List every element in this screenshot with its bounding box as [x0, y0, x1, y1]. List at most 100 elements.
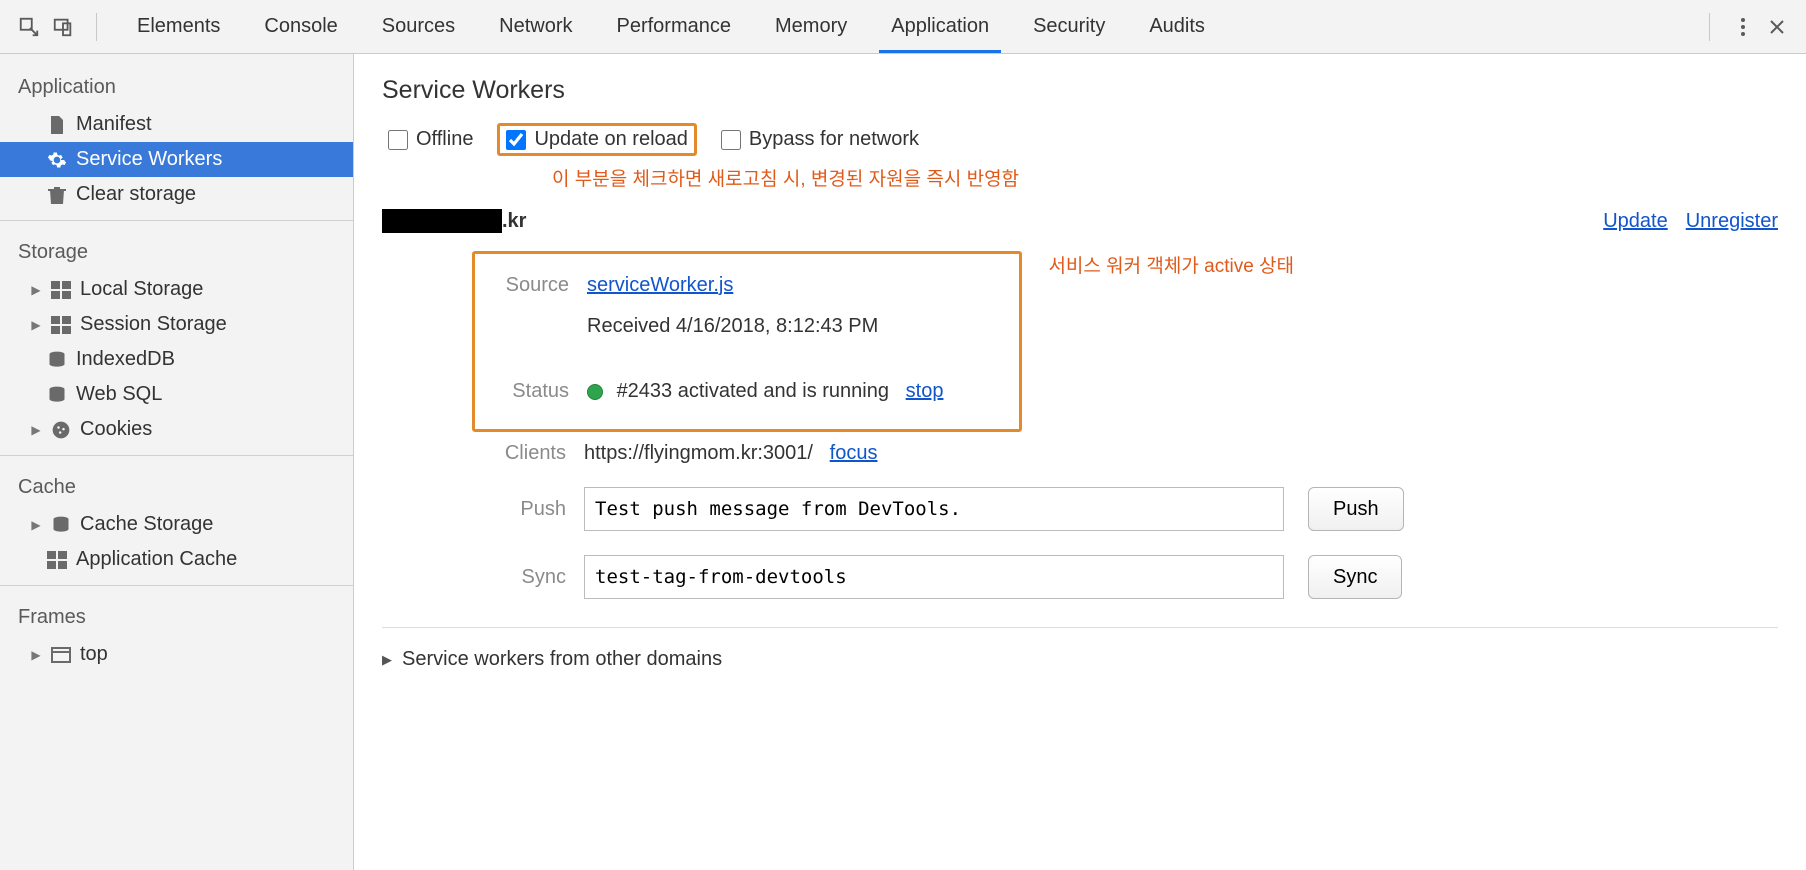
db-icon	[46, 384, 68, 406]
sync-label: Sync	[472, 566, 584, 589]
tab-console[interactable]: Console	[242, 1, 359, 52]
bypass-for-network-checkbox[interactable]	[721, 130, 741, 150]
sidebar-item-clear-storage[interactable]: Clear storage	[0, 177, 353, 212]
offline-label: Offline	[416, 128, 473, 151]
divider	[0, 455, 353, 456]
divider	[0, 585, 353, 586]
clients-label: Clients	[472, 442, 584, 465]
client-url: https://flyingmom.kr:3001/	[584, 442, 813, 464]
offline-checkbox[interactable]	[388, 130, 408, 150]
source-label: Source	[487, 274, 587, 297]
sidebar-group-application: Application	[0, 64, 353, 107]
status-label: Status	[487, 380, 587, 403]
origin-row: .kr Update Unregister	[382, 209, 1778, 233]
sidebar-item-top[interactable]: ▶ top	[0, 637, 353, 672]
sidebar-item-label: Manifest	[76, 113, 152, 136]
divider	[96, 13, 97, 41]
window-icon	[50, 644, 72, 666]
sidebar-item-service-workers[interactable]: Service Workers	[0, 142, 353, 177]
status-text: #2433 activated and is running	[617, 380, 889, 402]
trash-icon	[46, 184, 68, 206]
sidebar-group-storage: Storage	[0, 229, 353, 272]
annotation-update-on-reload: 이 부분을 체크하면 새로고침 시, 변경된 자원을 즉시 반영함	[552, 164, 1778, 191]
annotation-active-state: 서비스 워커 객체가 active 상태	[1048, 251, 1294, 278]
origin-suffix: .kr	[502, 210, 526, 233]
db-icon	[50, 514, 72, 536]
tab-application[interactable]: Application	[869, 1, 1011, 52]
sidebar-item-web-sql[interactable]: Web SQL	[0, 377, 353, 412]
gear-icon	[46, 149, 68, 171]
inspect-element-icon[interactable]	[14, 12, 44, 42]
device-toolbar-icon[interactable]	[48, 12, 78, 42]
service-workers-panel: Service Workers Offline Update on reload…	[354, 54, 1806, 870]
sidebar-item-label: IndexedDB	[76, 348, 175, 371]
sidebar-item-indexeddb[interactable]: IndexedDB	[0, 342, 353, 377]
sidebar-item-label: Application Cache	[76, 548, 237, 571]
bypass-for-network-label: Bypass for network	[749, 128, 919, 151]
sidebar-item-application-cache[interactable]: Application Cache	[0, 542, 353, 577]
disclosure-triangle-icon: ▶	[30, 319, 42, 331]
devtools-tab-bar: ElementsConsoleSourcesNetworkPerformance…	[0, 0, 1806, 54]
tab-audits[interactable]: Audits	[1127, 1, 1227, 52]
update-on-reload-label: Update on reload	[534, 128, 687, 151]
sidebar-item-session-storage[interactable]: ▶ Session Storage	[0, 307, 353, 342]
db-icon	[46, 349, 68, 371]
tab-security[interactable]: Security	[1011, 1, 1127, 52]
sidebar-item-label: Cache Storage	[80, 513, 213, 536]
sidebar-item-cache-storage[interactable]: ▶ Cache Storage	[0, 507, 353, 542]
application-sidebar: Application Manifest Service Workers Clear …	[0, 54, 354, 870]
close-icon[interactable]	[1762, 12, 1792, 42]
divider	[382, 627, 1778, 628]
sidebar-group-frames: Frames	[0, 594, 353, 637]
panel-title: Service Workers	[382, 76, 1778, 105]
unregister-link[interactable]: Unregister	[1686, 210, 1778, 233]
service-worker-options: Offline Update on reload Bypass for netw…	[382, 123, 1778, 156]
push-input[interactable]	[584, 487, 1284, 531]
tab-memory[interactable]: Memory	[753, 1, 869, 52]
sidebar-item-local-storage[interactable]: ▶ Local Storage	[0, 272, 353, 307]
status-dot-icon	[587, 384, 603, 400]
tab-elements[interactable]: Elements	[115, 1, 242, 52]
tab-performance[interactable]: Performance	[595, 1, 754, 52]
disclosure-triangle-icon: ▶	[30, 424, 42, 436]
bypass-for-network-checkbox-row[interactable]: Bypass for network	[715, 124, 925, 155]
other-domains-label: Service workers from other domains	[402, 648, 722, 671]
disclosure-triangle-icon: ▶	[30, 519, 42, 531]
sidebar-item-label: Cookies	[80, 418, 152, 441]
sidebar-item-label: Local Storage	[80, 278, 203, 301]
other-domains-disclosure[interactable]: ▶ Service workers from other domains	[382, 644, 1778, 675]
disclosure-triangle-icon: ▶	[30, 284, 42, 296]
sidebar-item-label: Web SQL	[76, 383, 162, 406]
grid4-icon	[46, 549, 68, 571]
sidebar-item-label: Session Storage	[80, 313, 227, 336]
focus-link[interactable]: focus	[830, 442, 878, 464]
divider	[0, 220, 353, 221]
sidebar-group-cache: Cache	[0, 464, 353, 507]
sidebar-item-cookies[interactable]: ▶ Cookies	[0, 412, 353, 447]
divider	[1709, 13, 1710, 41]
push-label: Push	[472, 498, 584, 521]
disclosure-triangle-icon: ▶	[30, 649, 42, 661]
update-on-reload-checkbox[interactable]	[506, 130, 526, 150]
sync-input[interactable]	[584, 555, 1284, 599]
service-worker-detail-box: Source serviceWorker.js Received 4/16/20…	[472, 251, 1022, 432]
grid4-icon	[50, 314, 72, 336]
source-link[interactable]: serviceWorker.js	[587, 274, 733, 296]
origin-redacted	[382, 209, 502, 233]
sync-button[interactable]: Sync	[1308, 555, 1402, 599]
offline-checkbox-row[interactable]: Offline	[382, 124, 479, 155]
cookie-icon	[50, 419, 72, 441]
update-on-reload-checkbox-row[interactable]: Update on reload	[497, 123, 696, 156]
tab-sources[interactable]: Sources	[360, 1, 477, 52]
grid4-icon	[50, 279, 72, 301]
push-button[interactable]: Push	[1308, 487, 1404, 531]
tab-network[interactable]: Network	[477, 1, 594, 52]
update-link[interactable]: Update	[1603, 210, 1668, 233]
disclosure-triangle-icon: ▶	[382, 652, 392, 668]
sidebar-item-manifest[interactable]: Manifest	[0, 107, 353, 142]
received-text: Received 4/16/2018, 8:12:43 PM	[587, 315, 1007, 338]
sidebar-item-label: top	[80, 643, 108, 666]
sidebar-item-label: Service Workers	[76, 148, 222, 171]
kebab-menu-icon[interactable]	[1728, 12, 1758, 42]
stop-link[interactable]: stop	[906, 380, 944, 402]
